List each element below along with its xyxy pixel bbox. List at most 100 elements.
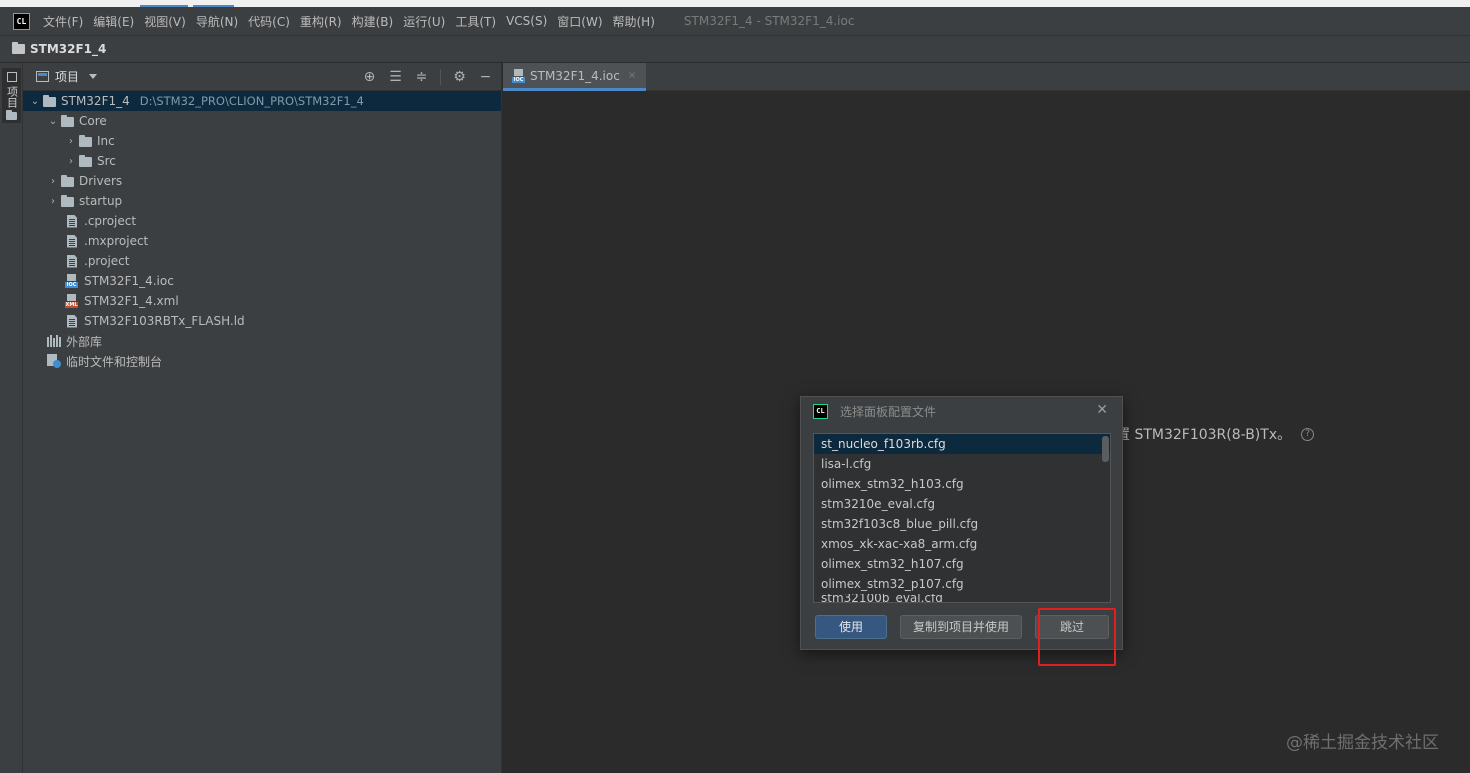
editor-tab-bar: IOC STM32F1_4.ioc × (503, 63, 1470, 91)
config-list-item[interactable]: stm32f103c8_blue_pill.cfg (814, 514, 1110, 534)
config-file-list[interactable]: st_nucleo_f103rb.cfg lisa-l.cfg olimex_s… (813, 433, 1111, 603)
chevron-down-icon[interactable]: ⌄ (45, 116, 61, 127)
ioc-file-icon: IOC (65, 274, 78, 288)
tree-root-label: STM32F1_4 (61, 94, 130, 108)
list-scrollbar[interactable] (1102, 436, 1109, 462)
watermark: @稀土掘金技术社区 (1286, 733, 1439, 753)
tree-item-mxproject[interactable]: .mxproject (23, 231, 501, 251)
clion-app-icon: CL (813, 403, 828, 419)
folder-icon (79, 135, 92, 147)
highlight-annotation-box (1038, 608, 1116, 666)
breadcrumb-project[interactable]: STM32F1_4 (30, 42, 106, 56)
menu-file[interactable]: 文件(F) (38, 13, 88, 30)
close-icon[interactable]: ✕ (1096, 402, 1108, 418)
text-file-icon (67, 214, 77, 228)
config-list-item[interactable]: stm3210e_eval.cfg (814, 494, 1110, 514)
chevron-right-icon[interactable]: › (63, 156, 79, 167)
window-title: STM32F1_4 - STM32F1_4.ioc (683, 14, 855, 28)
tree-root-path: D:\STM32_PRO\CLION_PRO\STM32F1_4 (139, 94, 364, 108)
menu-vcs[interactable]: VCS(S) (501, 14, 552, 28)
menu-tools[interactable]: 工具(T) (450, 13, 501, 30)
help-icon[interactable]: ? (1301, 427, 1315, 441)
ioc-file-icon: IOC (512, 68, 525, 83)
use-button[interactable]: 使用 (815, 615, 887, 639)
tree-item-inc[interactable]: › Inc (23, 131, 501, 151)
tree-item-label: Src (97, 154, 116, 168)
tree-root-row[interactable]: ⌄ STM32F1_4 D:\STM32_PRO\CLION_PRO\STM32… (23, 91, 501, 111)
project-tool-tab-label: 项目 (5, 86, 19, 108)
close-tab-icon[interactable]: × (628, 70, 636, 81)
tree-item-startup[interactable]: › startup (23, 191, 501, 211)
locate-file-icon[interactable]: ⊕ (362, 69, 377, 85)
menu-navigate[interactable]: 导航(N) (191, 13, 243, 30)
tree-item-external-libraries[interactable]: 外部库 (23, 331, 501, 351)
navigation-bar: STM32F1_4 (0, 36, 1470, 63)
clion-app-icon: CL (13, 12, 30, 30)
tree-item-label: startup (79, 194, 123, 208)
gear-icon[interactable]: ⚙ (452, 69, 467, 85)
tree-item-project[interactable]: .project (23, 251, 501, 271)
tree-item-label: Inc (97, 134, 115, 148)
menu-run[interactable]: 运行(U) (398, 13, 450, 30)
menu-build[interactable]: 构建(B) (347, 13, 399, 30)
folder-icon (79, 155, 92, 167)
menu-help[interactable]: 帮助(H) (608, 13, 660, 30)
menu-window[interactable]: 窗口(W) (552, 13, 607, 30)
tree-item-cproject[interactable]: .cproject (23, 211, 501, 231)
menu-code[interactable]: 代码(C) (243, 13, 295, 30)
folder-icon (61, 115, 74, 127)
view-selector-chevron-down-icon[interactable] (89, 74, 98, 79)
project-panel: 项目 ⊕ ☰ ≑ ⚙ − ⌄ STM32F1_4 D:\STM32_PRO\CL… (23, 63, 502, 773)
project-tool-tab[interactable]: 项目 (2, 68, 21, 123)
config-list-item[interactable]: olimex_stm32_p107.cfg (814, 574, 1110, 594)
config-list-item[interactable]: olimex_stm32_h107.cfg (814, 554, 1110, 574)
config-list-item[interactable]: xmos_xk-xac-xa8_arm.cfg (814, 534, 1110, 554)
chevron-right-icon[interactable]: › (45, 196, 61, 207)
chevron-down-icon[interactable]: ⌄ (27, 96, 43, 107)
dialog-title-bar: CL 选择面板配置文件 ✕ (801, 397, 1122, 425)
text-file-icon (67, 234, 77, 248)
chevron-right-icon[interactable]: › (63, 136, 79, 147)
folder-icon (61, 195, 74, 207)
text-file-icon (67, 314, 77, 328)
xml-file-icon: XML (65, 294, 78, 308)
project-panel-toolbar: ⊕ ☰ ≑ ⚙ − (362, 63, 493, 91)
tree-item-scratches[interactable]: 临时文件和控制台 (23, 351, 501, 371)
editor-tab-ioc[interactable]: IOC STM32F1_4.ioc × (503, 63, 647, 91)
menu-refactor[interactable]: 重构(R) (295, 13, 347, 30)
config-list-item[interactable]: olimex_stm32_h103.cfg (814, 474, 1110, 494)
tree-item-core[interactable]: ⌄ Core (23, 111, 501, 131)
menu-view[interactable]: 视图(V) (139, 13, 191, 30)
editor-status-text: 置 STM32F103R(8-B)Tx。 ? (1116, 424, 1315, 444)
mcu-config-text: 置 STM32F103R(8-B)Tx。 (1116, 427, 1292, 443)
expand-all-icon[interactable]: ☰ (388, 69, 403, 85)
toolbar-divider (440, 69, 441, 85)
collapse-all-icon[interactable]: ≑ (414, 69, 429, 85)
tree-item-ioc[interactable]: IOC STM32F1_4.ioc (23, 271, 501, 291)
project-view-icon (6, 72, 17, 82)
tree-item-ld[interactable]: STM32F103RBTx_FLASH.ld (23, 311, 501, 331)
project-panel-header: 项目 ⊕ ☰ ≑ ⚙ − (23, 63, 501, 91)
tree-item-label: STM32F1_4.xml (84, 294, 179, 308)
copy-to-project-and-use-button[interactable]: 复制到项目并使用 (900, 615, 1022, 639)
tree-item-label: Drivers (79, 174, 123, 188)
project-view-icon (36, 71, 49, 82)
tree-item-drivers[interactable]: › Drivers (23, 171, 501, 191)
config-list-item[interactable]: st_nucleo_f103rb.cfg (814, 434, 1110, 454)
tree-item-src[interactable]: › Src (23, 151, 501, 171)
menu-edit[interactable]: 编辑(E) (88, 13, 139, 30)
tree-item-label: Core (79, 114, 107, 128)
tree-item-xml[interactable]: XML STM32F1_4.xml (23, 291, 501, 311)
chevron-right-icon[interactable]: › (45, 176, 61, 187)
project-tree: ⌄ STM32F1_4 D:\STM32_PRO\CLION_PRO\STM32… (23, 91, 501, 371)
tree-item-label: STM32F1_4.ioc (84, 274, 174, 288)
project-panel-title[interactable]: 项目 (55, 68, 79, 85)
tree-item-label: .project (84, 254, 130, 268)
scratches-icon (47, 354, 61, 368)
config-list-item[interactable]: stm32100b_eval.cfg (814, 594, 1110, 602)
tree-item-label: 临时文件和控制台 (66, 354, 163, 369)
editor-tab-label: STM32F1_4.ioc (530, 68, 620, 83)
folder-icon (12, 42, 25, 54)
config-list-item[interactable]: lisa-l.cfg (814, 454, 1110, 474)
hide-panel-icon[interactable]: − (478, 69, 493, 85)
